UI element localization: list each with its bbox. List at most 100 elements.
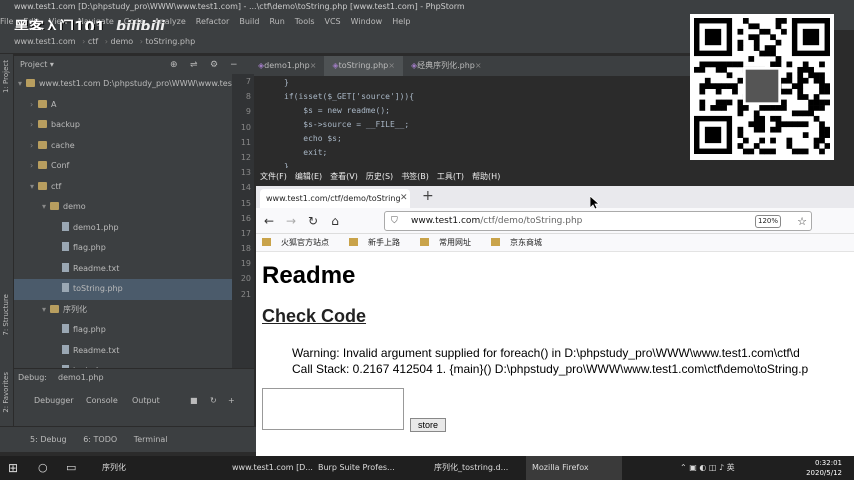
collapse-icon[interactable]: ⇌ [190, 56, 198, 74]
breadcrumb-item[interactable]: ctf [88, 37, 98, 46]
project-tree-item[interactable]: › Conf [14, 156, 250, 177]
breadcrumb-item[interactable]: toString.php [145, 37, 195, 46]
tool-tab-project[interactable]: 1: Project [2, 60, 10, 93]
project-tree-item[interactable]: flag.php [14, 238, 250, 259]
project-label[interactable]: Project [20, 60, 47, 69]
search-icon[interactable]: ○ [38, 456, 48, 480]
ide-menu-item[interactable]: Window [351, 17, 383, 26]
project-tree-item[interactable]: ▾ www.test1.com D:\phpstudy_pro\WWW\www.t… [14, 74, 250, 95]
taskbar-app[interactable]: Mozilla Firefox [526, 456, 622, 480]
ide-menu-item[interactable]: Run [269, 17, 284, 26]
debugger-tab[interactable]: Debugger [34, 396, 74, 405]
bottom-tab-todo[interactable]: 6: TODO [83, 435, 117, 444]
hide-icon[interactable]: − [230, 56, 238, 74]
code-textarea[interactable] [262, 388, 404, 430]
bottom-tab-terminal[interactable]: Terminal [134, 435, 168, 444]
task-view-icon[interactable]: ▭ [66, 456, 76, 480]
firefox-menu-item[interactable]: 历史(S) [366, 172, 393, 181]
bookmark-label: 京东商城 [510, 238, 542, 247]
gear-icon[interactable]: ⚙ [210, 56, 218, 74]
windows-start-icon[interactable]: ⊞ [8, 456, 18, 480]
project-tree-item[interactable]: toString.php [14, 279, 250, 300]
project-tree-item[interactable]: › cache [14, 136, 250, 157]
shield-icon[interactable]: ⛉ [391, 212, 398, 230]
firefox-menu-item[interactable]: 书签(B) [401, 172, 429, 181]
reload-icon[interactable]: ↻ [304, 212, 322, 230]
bookmark-item[interactable]: 京东商城 [491, 238, 552, 247]
bottom-tab-debug[interactable]: 5: Debug [30, 435, 67, 444]
firefox-menu-item[interactable]: 编辑(E) [295, 172, 322, 181]
editor-tab[interactable]: ◈ demo1.php × [250, 56, 324, 76]
editor-tabs: ◈ demo1.php × ◈ toString.php × ◈ 经典序列化.php… [250, 56, 690, 78]
page-subheading[interactable]: Check Code [262, 306, 366, 327]
project-tree-item[interactable]: ▾ 序列化 [14, 300, 250, 321]
rerun-icon[interactable]: ↻ [210, 396, 217, 405]
tray-icons[interactable]: ⌃ ▣ ◐ ◫ ♪ 英 [680, 456, 735, 480]
new-tab-icon[interactable]: + [422, 188, 434, 204]
breadcrumb-item[interactable]: www.test1.com [14, 37, 76, 46]
ide-menu-item[interactable]: VCS [325, 17, 341, 26]
ide-menu-item[interactable]: Tools [295, 17, 315, 26]
taskbar-clock[interactable]: 0:32:01 2020/5/12 [806, 458, 842, 478]
add-icon[interactable]: + [228, 396, 235, 405]
project-tree-item[interactable]: › A [14, 95, 250, 116]
back-icon[interactable]: ← [260, 212, 278, 230]
project-tree-item[interactable]: Readme.txt [14, 259, 250, 280]
project-tree-label: flag.php [73, 243, 106, 252]
clock-time: 0:32:01 [815, 459, 842, 467]
firefox-menu-item[interactable]: 文件(F) [260, 172, 287, 181]
bookmark-label: 常用网址 [439, 238, 471, 247]
project-tree-item[interactable]: flag.php [14, 320, 250, 341]
ide-menu-item[interactable]: Refactor [196, 17, 230, 26]
taskbar-app-label: Mozilla Firefox [532, 463, 589, 472]
ide-menu-item[interactable]: Help [392, 17, 410, 26]
breadcrumb-item[interactable]: demo [110, 37, 133, 46]
close-tab-icon[interactable]: ✕ [400, 189, 408, 208]
taskbar-app[interactable]: Burp Suite Profes... [312, 456, 408, 480]
line-number: 11 [240, 137, 251, 147]
project-tree-item[interactable]: ▾ demo [14, 197, 250, 218]
bookmark-star-icon[interactable]: ☆ [797, 213, 807, 231]
taskbar-app[interactable]: www.test1.com [D... [226, 456, 322, 480]
ide-menu-item[interactable]: File [0, 17, 13, 26]
url-bar[interactable]: ⛉ www.test1.com/ctf/demo/toString.php 12… [384, 211, 812, 231]
line-number: 18 [240, 244, 251, 254]
editor-tab[interactable]: ◈ 经典序列化.php × [403, 56, 490, 76]
tool-tab-favorites[interactable]: 2: Favorites [2, 372, 10, 413]
bookmark-item[interactable]: 新手上路 [349, 238, 410, 247]
folder-icon [26, 79, 35, 87]
stop-icon[interactable]: ■ [190, 396, 198, 405]
taskbar-app-label: Burp Suite Profes... [318, 463, 395, 472]
project-tree-item[interactable]: › backup [14, 115, 250, 136]
tool-tab-structure[interactable]: 7: Structure [2, 294, 10, 336]
ide-menu-item[interactable]: Build [239, 17, 259, 26]
firefox-menu-item[interactable]: 工具(T) [437, 172, 464, 181]
console-tab[interactable]: Console [86, 396, 118, 405]
bookmark-item[interactable]: 常用网址 [420, 238, 481, 247]
taskbar-app[interactable]: 序列化 [96, 456, 206, 480]
bookmark-item[interactable]: 火狐官方站点 [262, 238, 339, 247]
store-button[interactable]: store [410, 418, 446, 432]
firefox-menu-item[interactable]: 帮助(H) [472, 172, 500, 181]
project-tree-item[interactable]: test.php [14, 361, 250, 368]
chevron-icon: › [30, 161, 34, 170]
zoom-level[interactable]: 120% [755, 215, 781, 228]
taskbar-app[interactable]: 序列化_tostring.d... [428, 456, 524, 480]
firefox-menu-item[interactable]: 查看(V) [330, 172, 358, 181]
home-icon[interactable]: ⌂ [326, 212, 344, 230]
output-tab[interactable]: Output [132, 396, 160, 405]
close-tab-icon[interactable]: × [475, 56, 482, 76]
debug-session-tab[interactable]: demo1.php [58, 373, 104, 382]
firefox-tab[interactable]: www.test1.com/ctf/demo/toString ✕ [260, 189, 410, 208]
forward-icon[interactable]: → [282, 212, 300, 230]
project-tree-item[interactable]: ▾ ctf [14, 177, 250, 198]
project-tree-item[interactable]: Readme.txt [14, 341, 250, 362]
editor-tab[interactable]: ◈ toString.php × [324, 56, 403, 78]
project-tree-item[interactable]: demo1.php [14, 218, 250, 239]
line-number: 20 [240, 274, 251, 284]
close-tab-icon[interactable]: × [388, 56, 395, 76]
line-number: 21 [240, 289, 251, 299]
close-tab-icon[interactable]: × [310, 56, 317, 76]
debug-label: Debug: [18, 373, 48, 382]
target-icon[interactable]: ⊕ [170, 56, 178, 74]
